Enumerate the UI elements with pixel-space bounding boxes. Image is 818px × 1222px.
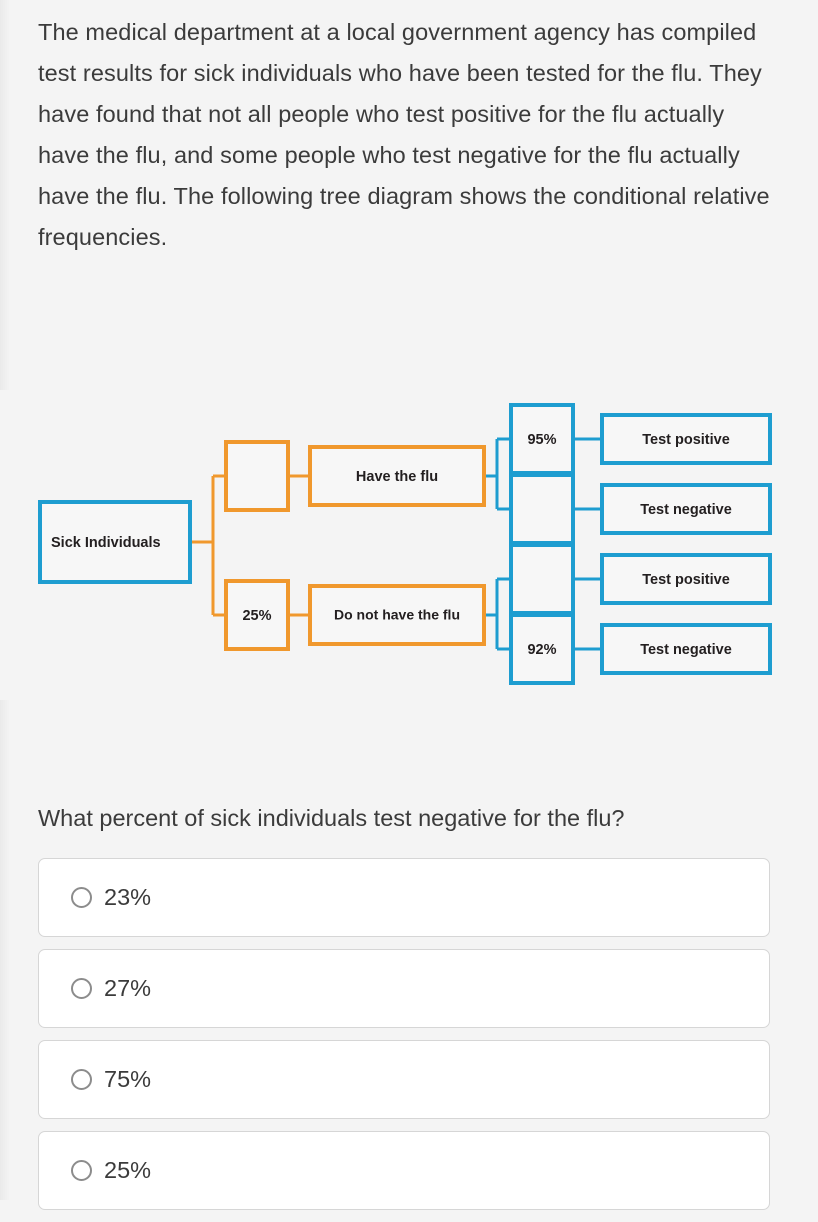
node-leaf-1-0-label-text: Test positive: [642, 572, 730, 588]
node-branch-0-label-text: Have the flu: [356, 469, 438, 485]
connector-branch-stubs: [288, 474, 311, 617]
radio-button-icon[interactable]: [71, 1160, 92, 1181]
node-leaf-1-1-label: Test negative: [600, 623, 772, 675]
answer-options-list: 23% 27% 75% 25%: [38, 858, 770, 1222]
connector-leaf-stubs: [573, 437, 602, 651]
node-leaf-1-0-label: Test positive: [600, 553, 772, 605]
answer-option-3-label: 25%: [104, 1156, 152, 1183]
radio-button-icon[interactable]: [71, 1069, 92, 1090]
node-branch-1-percent-label: 25%: [242, 608, 271, 624]
node-leaf-0-0-label-text: Test positive: [642, 432, 730, 448]
connector-root-to-branches: [190, 474, 227, 617]
answer-option-1-label: 27%: [104, 974, 152, 1001]
answer-option-1[interactable]: 27%: [38, 949, 770, 1028]
node-leaf-1-1-percent: 92%: [509, 613, 575, 685]
node-leaf-0-1-percent: [509, 473, 575, 545]
radio-button-icon[interactable]: [71, 887, 92, 908]
node-branch-1-label-text: Do not have the flu: [334, 607, 460, 623]
node-root: Sick Individuals: [38, 500, 192, 584]
answer-option-2[interactable]: 75%: [38, 1040, 770, 1119]
node-leaf-1-1-label-text: Test negative: [640, 642, 732, 658]
answer-option-2-label: 75%: [104, 1065, 152, 1092]
question-text: What percent of sick individuals test ne…: [38, 805, 625, 831]
node-root-label: Sick Individuals: [51, 535, 161, 551]
node-leaf-0-0-label: Test positive: [600, 413, 772, 465]
radio-button-icon[interactable]: [71, 978, 92, 999]
problem-statement: The medical department at a local govern…: [38, 19, 770, 250]
node-leaf-0-1-label: Test negative: [600, 483, 772, 535]
node-leaf-0-1-label-text: Test negative: [640, 502, 732, 518]
node-branch-0-label: Have the flu: [308, 445, 486, 507]
node-leaf-1-1-percent-label: 92%: [527, 642, 556, 658]
answer-option-3[interactable]: 25%: [38, 1131, 770, 1210]
node-leaf-1-0-percent: [509, 543, 575, 615]
node-branch-1-percent: 25%: [224, 579, 290, 651]
node-leaf-0-0-percent-label: 95%: [527, 432, 556, 448]
answer-option-0[interactable]: 23%: [38, 858, 770, 937]
answer-option-0-label: 23%: [104, 883, 152, 910]
tree-diagram: Sick Individuals Have the flu 25% Do not…: [0, 390, 818, 700]
node-branch-1-label: Do not have the flu: [308, 584, 486, 646]
connector-branches-to-leaves: [484, 437, 511, 651]
node-leaf-0-0-percent: 95%: [509, 403, 575, 475]
node-branch-0-percent: [224, 440, 290, 512]
